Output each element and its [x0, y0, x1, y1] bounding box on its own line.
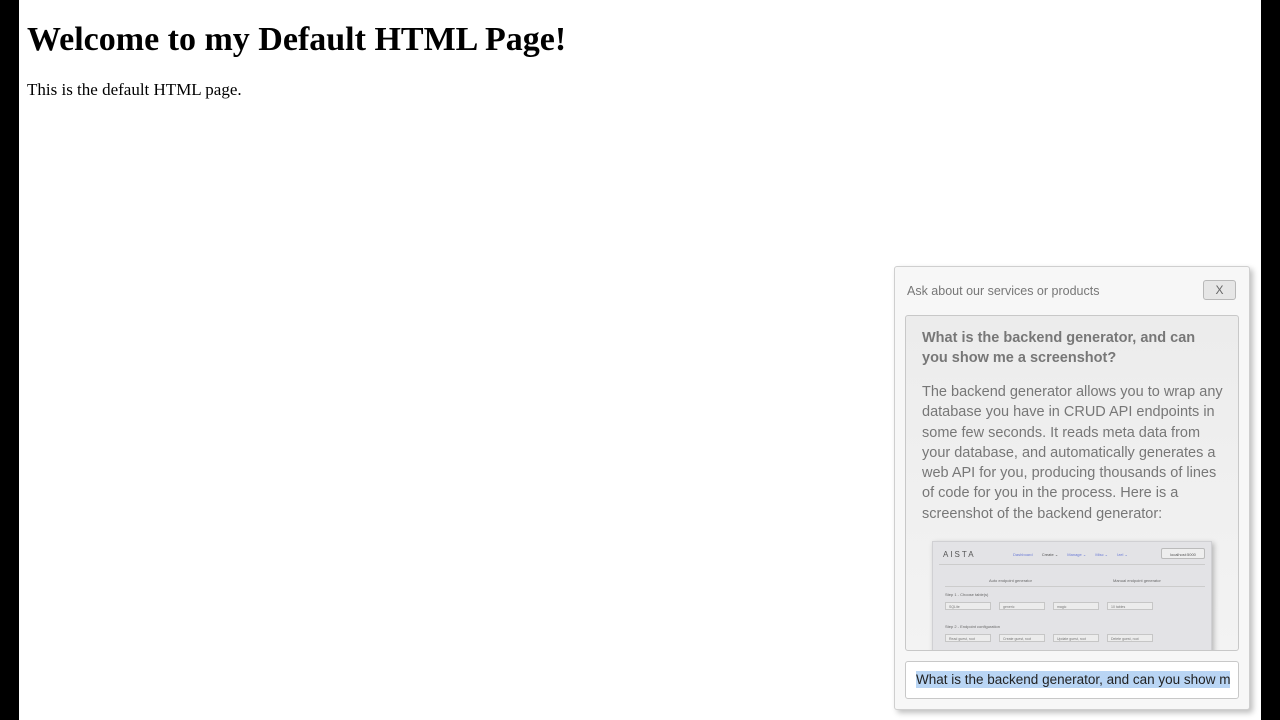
screenshot-tab-auto: Auto endpoint generator: [989, 578, 1032, 583]
screenshot-nav-item: Izel ⌄: [1117, 552, 1128, 557]
screenshot-select: SQLite: [945, 602, 991, 610]
chat-input-container: [905, 661, 1239, 699]
screenshot-select: Delete guest, root: [1107, 634, 1153, 642]
chat-input[interactable]: [916, 671, 1230, 688]
screenshot-select: Update guest, root: [1053, 634, 1099, 642]
screenshot-logo: AISTA: [943, 550, 976, 559]
screenshot-nav-item: Create ⌄: [1041, 552, 1059, 557]
screenshot-divider: [939, 564, 1205, 565]
chat-messages-panel[interactable]: What is the backend generator, and can y…: [905, 315, 1239, 651]
page-heading: Welcome to my Default HTML Page!: [27, 21, 567, 58]
screenshot-select: [945, 650, 991, 651]
screenshot-step1-label: Step 1 - Choose table(s): [945, 592, 989, 597]
screenshot-select: 10 tables: [1107, 602, 1153, 610]
screenshot-select: Create guest, root: [999, 634, 1045, 642]
chat-widget: Ask about our services or products X Wha…: [894, 266, 1250, 710]
screenshot-select: generic: [999, 602, 1045, 610]
screenshot-host-badge: localhost:5000: [1161, 548, 1205, 559]
chat-header-title: Ask about our services or products: [907, 284, 1100, 298]
screenshot-select: magic: [1053, 602, 1099, 610]
close-button[interactable]: X: [1203, 280, 1236, 300]
screenshot-nav-item: Dashboard: [1013, 552, 1033, 557]
screenshot-nav-item: Manage ⌄: [1067, 552, 1087, 557]
screenshot-step2-fields: Read guest, root Create guest, root Update…: [945, 634, 1161, 650]
backend-generator-screenshot: AISTA Dashboard Create ⌄ Manage ⌄ Misc ⌄…: [932, 541, 1212, 651]
page-intro-text: This is the default HTML page.: [27, 80, 242, 99]
screenshot-nav: Dashboard Create ⌄ Manage ⌄ Misc ⌄ Izel …: [1013, 552, 1136, 557]
screenshot-step2-label: Step 2 - Endpoint configuration: [945, 624, 1000, 629]
user-question-message: What is the backend generator, and can y…: [922, 330, 1196, 366]
screenshot-nav-item: Misc ⌄: [1095, 552, 1109, 557]
screenshot-step1-fields: SQLite generic magic 10 tables: [945, 602, 1161, 620]
screenshot-divider: [945, 586, 1205, 587]
screenshot-tab-manual: Manual endpoint generator: [1113, 578, 1161, 583]
screenshot-select: Read guest, root: [945, 634, 991, 642]
assistant-answer-message: The backend generator allows you to wrap…: [922, 384, 1223, 522]
